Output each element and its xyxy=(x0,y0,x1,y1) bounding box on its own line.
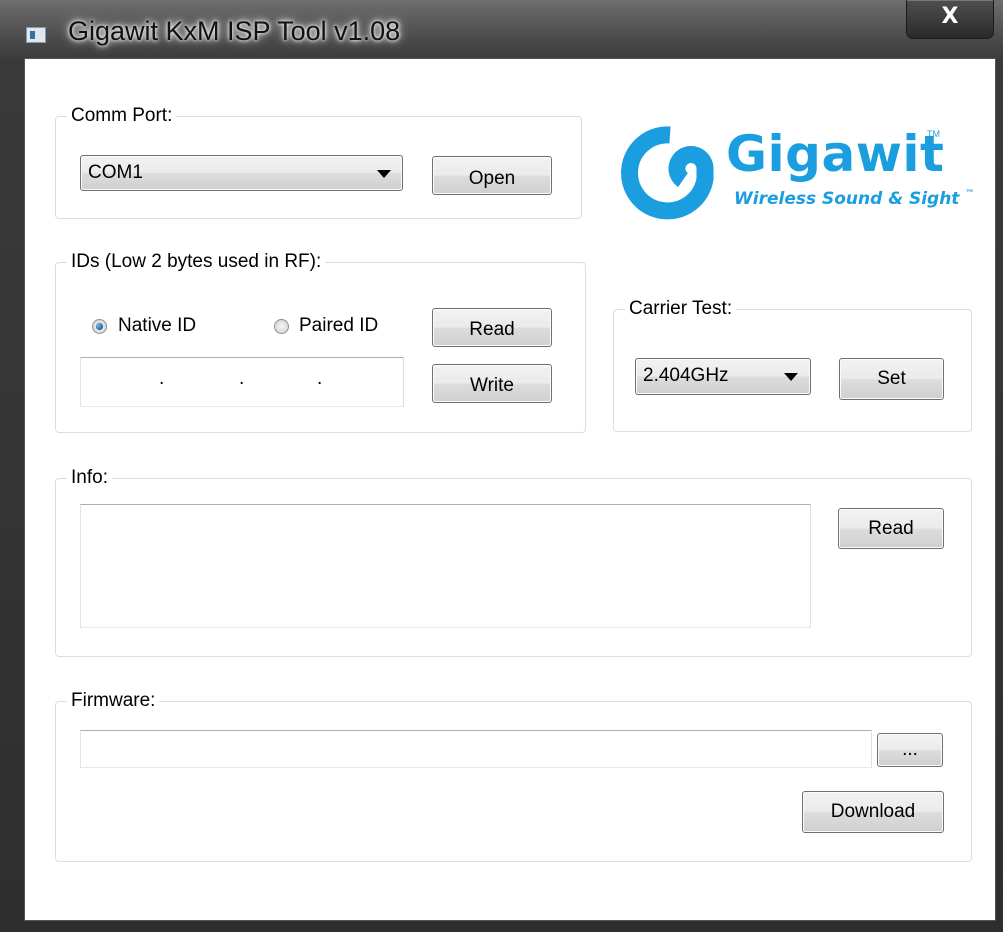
info-group: Info: Read xyxy=(55,467,972,657)
carrier-frequency-value: 2.404GHz xyxy=(643,365,729,386)
ids-label: IDs (Low 2 bytes used in RF): xyxy=(67,251,326,273)
native-id-label[interactable]: Native ID xyxy=(118,315,196,337)
carrier-test-group: Carrier Test: 2.404GHz Set xyxy=(613,298,972,432)
ids-write-button[interactable]: Write xyxy=(432,364,552,403)
firmware-label: Firmware: xyxy=(67,690,160,712)
comm-port-label: Comm Port: xyxy=(67,105,177,127)
carrier-test-label: Carrier Test: xyxy=(625,298,737,320)
ids-read-button[interactable]: Read xyxy=(432,308,552,347)
comm-port-value: COM1 xyxy=(88,162,143,183)
logo-trademark: TM xyxy=(927,129,940,139)
app-icon xyxy=(26,27,46,43)
window-title: Gigawit KxM ISP Tool v1.08 xyxy=(68,16,401,46)
paired-id-label[interactable]: Paired ID xyxy=(299,315,378,337)
comm-port-select[interactable]: COM1 xyxy=(80,155,403,191)
firmware-group: Firmware: ... Download xyxy=(55,690,972,862)
download-button[interactable]: Download xyxy=(802,791,944,833)
title-bar[interactable]: Gigawit KxM ISP Tool v1.08 X xyxy=(0,0,1003,58)
info-read-button[interactable]: Read xyxy=(838,508,944,549)
id-separator: . xyxy=(317,368,323,389)
client-area: Comm Port: COM1 Open Gigawit TM Wireless… xyxy=(24,58,996,921)
chevron-down-icon xyxy=(784,373,798,381)
firmware-path-input[interactable] xyxy=(80,730,872,768)
info-label: Info: xyxy=(67,467,112,489)
chevron-down-icon xyxy=(377,170,391,178)
id-address-input[interactable]: . . . xyxy=(80,357,404,407)
ids-group: IDs (Low 2 bytes used in RF): Native ID … xyxy=(55,251,586,433)
comm-port-group: Comm Port: COM1 Open xyxy=(55,105,582,219)
info-text-area[interactable] xyxy=(80,504,811,628)
carrier-frequency-select[interactable]: 2.404GHz xyxy=(635,358,811,395)
id-separator: . xyxy=(239,368,245,389)
browse-button[interactable]: ... xyxy=(877,733,943,767)
open-button[interactable]: Open xyxy=(432,156,552,195)
paired-id-radio[interactable] xyxy=(274,319,289,334)
swirl-logo-icon xyxy=(621,126,714,220)
window-frame: Gigawit KxM ISP Tool v1.08 X Comm Port: … xyxy=(0,0,1003,932)
logo-brand: Gigawit xyxy=(726,125,945,183)
gigawit-logo: Gigawit TM Wireless Sound & Sight ™ xyxy=(613,117,975,227)
native-id-radio[interactable] xyxy=(92,319,107,334)
close-button[interactable]: X xyxy=(906,0,994,39)
logo-tagline: Wireless Sound & Sight ™ xyxy=(734,189,975,209)
id-separator: . xyxy=(159,368,165,389)
set-button[interactable]: Set xyxy=(839,358,944,400)
